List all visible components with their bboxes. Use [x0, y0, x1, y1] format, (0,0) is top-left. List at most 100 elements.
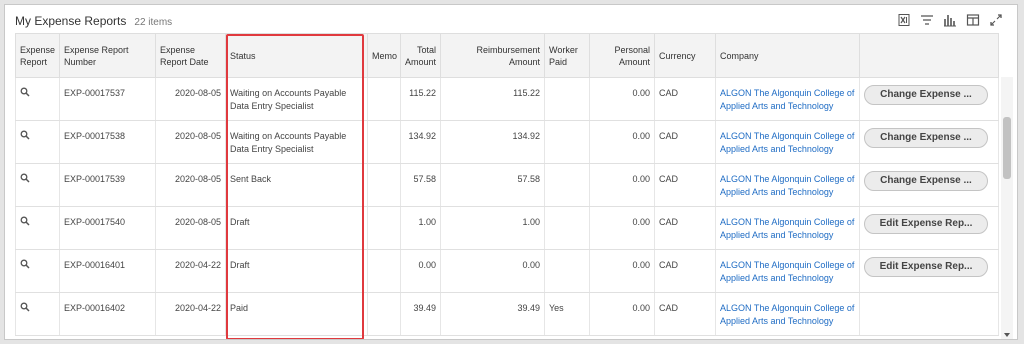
action-cell: Edit Expense Rep... [859, 249, 999, 293]
table-header-row: Expense Report Expense Report Number Exp… [15, 33, 999, 78]
panel-header: My Expense Reports 22 items [5, 5, 1017, 33]
status-cell: Paid [225, 292, 368, 336]
date-cell: 2020-08-05 [155, 163, 226, 207]
col-header-number[interactable]: Expense Report Number [59, 33, 156, 78]
worker-paid-cell [544, 249, 590, 293]
currency-cell: CAD [654, 249, 716, 293]
magnifier-icon[interactable] [20, 130, 30, 140]
company-link[interactable]: ALGON The Algonquin College of Applied A… [720, 131, 854, 154]
company-link[interactable]: ALGON The Algonquin College of Applied A… [720, 303, 854, 326]
change-expense-button[interactable]: Change Expense ... [864, 171, 988, 191]
vertical-scrollbar[interactable] [1001, 77, 1013, 339]
col-header-reimbursement[interactable]: Reimbursement Amount [440, 33, 545, 78]
memo-cell [367, 77, 401, 121]
col-header-status[interactable]: Status [225, 33, 368, 78]
number-cell: EXP-00017540 [59, 206, 156, 250]
col-header-report[interactable]: Expense Report [15, 33, 60, 78]
report-cell [15, 206, 60, 250]
total-cell: 115.22 [400, 77, 441, 121]
company-link[interactable]: ALGON The Algonquin College of Applied A… [720, 217, 854, 240]
table-row: EXP-00017540 2020-08-05 Draft 1.00 1.00 … [15, 206, 999, 250]
company-cell: ALGON The Algonquin College of Applied A… [715, 77, 860, 121]
reimbursement-cell: 134.92 [440, 120, 545, 164]
date-cell: 2020-04-22 [155, 292, 226, 336]
scroll-down-arrow-icon[interactable] [1004, 333, 1010, 337]
currency-cell: CAD [654, 292, 716, 336]
number-cell: EXP-00017538 [59, 120, 156, 164]
report-cell [15, 249, 60, 293]
worker-paid-cell: Yes [544, 292, 590, 336]
date-cell: 2020-08-05 [155, 206, 226, 250]
magnifier-icon[interactable] [20, 173, 30, 183]
worker-paid-cell [544, 120, 590, 164]
table-row: EXP-00017538 2020-08-05 Waiting on Accou… [15, 120, 999, 164]
personal-cell: 0.00 [589, 292, 655, 336]
memo-cell [367, 292, 401, 336]
total-cell: 57.58 [400, 163, 441, 207]
item-count: 22 items [134, 17, 173, 28]
number-cell: EXP-00017537 [59, 77, 156, 121]
magnifier-icon[interactable] [20, 87, 30, 97]
title-text: My Expense Reports [15, 14, 127, 28]
memo-cell [367, 206, 401, 250]
edit-expense-button[interactable]: Edit Expense Rep... [864, 257, 988, 277]
table-row: EXP-00017539 2020-08-05 Sent Back 57.58 … [15, 163, 999, 207]
company-cell: ALGON The Algonquin College of Applied A… [715, 292, 860, 336]
col-header-company[interactable]: Company [715, 33, 860, 78]
company-link[interactable]: ALGON The Algonquin College of Applied A… [720, 88, 854, 111]
personal-cell: 0.00 [589, 163, 655, 207]
company-link[interactable]: ALGON The Algonquin College of Applied A… [720, 174, 854, 197]
reimbursement-cell: 57.58 [440, 163, 545, 207]
col-header-memo[interactable]: Memo [367, 33, 401, 78]
personal-cell: 0.00 [589, 120, 655, 164]
col-header-personal[interactable]: Personal Amount [589, 33, 655, 78]
reimbursement-cell: 1.00 [440, 206, 545, 250]
report-cell [15, 292, 60, 336]
company-cell: ALGON The Algonquin College of Applied A… [715, 249, 860, 293]
date-cell: 2020-08-05 [155, 77, 226, 121]
total-cell: 39.49 [400, 292, 441, 336]
columns-icon[interactable] [966, 13, 980, 27]
memo-cell [367, 163, 401, 207]
panel-title: My Expense Reports 22 items [15, 14, 172, 28]
action-cell: Edit Expense Rep... [859, 206, 999, 250]
number-cell: EXP-00016402 [59, 292, 156, 336]
status-cell: Waiting on Accounts Payable Data Entry S… [225, 77, 368, 121]
date-cell: 2020-08-05 [155, 120, 226, 164]
action-cell: Change Expense ... [859, 120, 999, 164]
change-expense-button[interactable]: Change Expense ... [864, 128, 988, 148]
reimbursement-cell: 39.49 [440, 292, 545, 336]
currency-cell: CAD [654, 120, 716, 164]
action-cell: Change Expense ... [859, 163, 999, 207]
report-cell [15, 163, 60, 207]
col-header-date[interactable]: Expense Report Date [155, 33, 226, 78]
chart-icon[interactable] [943, 13, 957, 27]
number-cell: EXP-00016401 [59, 249, 156, 293]
col-header-total[interactable]: Total Amount [400, 33, 441, 78]
company-cell: ALGON The Algonquin College of Applied A… [715, 163, 860, 207]
currency-cell: CAD [654, 163, 716, 207]
fullscreen-icon[interactable] [989, 13, 1003, 27]
edit-expense-button[interactable]: Edit Expense Rep... [864, 214, 988, 234]
memo-cell [367, 249, 401, 293]
company-link[interactable]: ALGON The Algonquin College of Applied A… [720, 260, 854, 283]
action-cell [859, 292, 999, 336]
change-expense-button[interactable]: Change Expense ... [864, 85, 988, 105]
currency-cell: CAD [654, 206, 716, 250]
memo-cell [367, 120, 401, 164]
date-cell: 2020-04-22 [155, 249, 226, 293]
col-header-worker-paid[interactable]: Worker Paid [544, 33, 590, 78]
filter-icon[interactable] [920, 13, 934, 27]
worker-paid-cell [544, 77, 590, 121]
magnifier-icon[interactable] [20, 216, 30, 226]
magnifier-icon[interactable] [20, 259, 30, 269]
table-body: EXP-00017537 2020-08-05 Waiting on Accou… [15, 77, 999, 336]
personal-cell: 0.00 [589, 206, 655, 250]
magnifier-icon[interactable] [20, 302, 30, 312]
reimbursement-cell: 115.22 [440, 77, 545, 121]
col-header-currency[interactable]: Currency [654, 33, 716, 78]
excel-export-icon[interactable] [897, 13, 911, 27]
col-header-actions [859, 33, 999, 78]
scrollbar-thumb[interactable] [1003, 117, 1011, 179]
report-cell [15, 77, 60, 121]
